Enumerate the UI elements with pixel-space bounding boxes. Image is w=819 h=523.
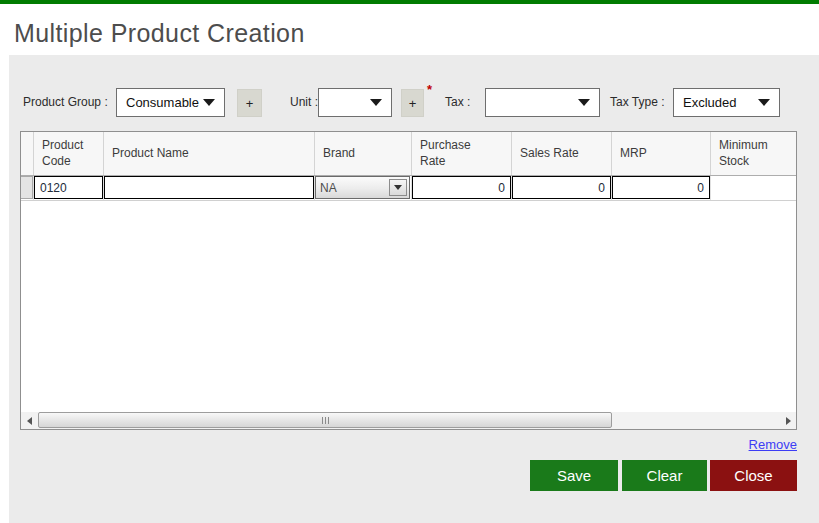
brand-select[interactable]: NA [315, 176, 410, 199]
clear-button[interactable]: Clear [622, 460, 707, 491]
tax-type-value: Excluded [674, 95, 758, 110]
grid-header-sales-rate: Sales Rate [512, 132, 612, 175]
scroll-right-button[interactable] [780, 412, 796, 429]
grid-header-row: Product Code Product Name Brand Purchase… [21, 132, 796, 176]
product-code-input[interactable]: 0120 [34, 176, 103, 199]
product-name-cell[interactable] [104, 176, 315, 200]
required-marker: * [427, 82, 432, 97]
scroll-right-icon [786, 417, 791, 425]
grid-data-row: 0120 NA 0 0 0 [21, 176, 796, 201]
close-button[interactable]: Close [710, 460, 797, 491]
tax-select[interactable] [485, 88, 600, 117]
grid-header-mrp: MRP [612, 132, 711, 175]
scroll-left-button[interactable] [21, 412, 37, 429]
unit-select[interactable] [318, 88, 392, 117]
scrollbar-thumb[interactable] [38, 412, 612, 428]
grid-header-product-code: Product Code [34, 132, 104, 175]
product-group-select[interactable]: Consumable [116, 88, 225, 117]
chevron-down-icon [370, 99, 382, 106]
grid-header-minimum-stock: Minimum Stock [711, 132, 796, 175]
add-unit-button[interactable]: + [401, 89, 424, 117]
tax-type-select[interactable]: Excluded [673, 88, 780, 117]
brand-dropdown-button[interactable] [389, 179, 407, 196]
product-group-value: Consumable [117, 95, 203, 110]
tax-label: Tax : [445, 95, 470, 109]
tax-type-label: Tax Type : [610, 95, 664, 109]
chevron-down-icon [578, 99, 590, 106]
grid-header-product-name: Product Name [104, 132, 315, 175]
mrp-cell[interactable]: 0 [612, 176, 711, 200]
chevron-down-icon [394, 185, 402, 190]
purchase-rate-cell[interactable]: 0 [412, 176, 512, 200]
products-grid: Product Code Product Name Brand Purchase… [20, 131, 797, 430]
sales-rate-cell[interactable]: 0 [512, 176, 612, 200]
mrp-input[interactable]: 0 [612, 176, 710, 199]
unit-label: Unit : [290, 95, 318, 109]
save-button[interactable]: Save [530, 460, 618, 491]
scroll-left-icon [27, 417, 32, 425]
product-group-label: Product Group : [23, 95, 108, 109]
product-name-input[interactable] [104, 176, 314, 199]
chevron-down-icon [758, 99, 770, 106]
top-accent-bar [0, 0, 819, 4]
grid-header-selector [21, 132, 34, 175]
chevron-down-icon [203, 99, 215, 106]
remove-link[interactable]: Remove [749, 437, 797, 452]
purchase-rate-input[interactable]: 0 [412, 176, 511, 199]
row-selector-cell[interactable] [21, 176, 34, 200]
sales-rate-input[interactable]: 0 [512, 176, 611, 199]
brand-value: NA [316, 181, 389, 195]
brand-cell[interactable]: NA [315, 176, 412, 200]
grid-header-purchase-rate: Purchase Rate [412, 132, 512, 175]
add-product-group-button[interactable]: + [237, 89, 262, 117]
horizontal-scrollbar[interactable] [21, 412, 796, 429]
grid-header-brand: Brand [315, 132, 412, 175]
page-title: Multiple Product Creation [14, 19, 305, 48]
minimum-stock-cell[interactable] [711, 176, 796, 200]
product-code-cell[interactable]: 0120 [34, 176, 104, 200]
